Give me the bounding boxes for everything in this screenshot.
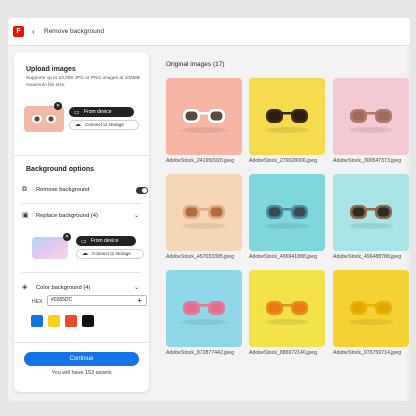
image-card[interactable] [249,174,325,251]
chevron-down-icon[interactable]: ⌄ [134,282,139,294]
replace-background-icon: ▣ [22,212,29,219]
upload-desc-line2: maximum file size. [26,83,66,88]
cloud-icon: ☁ [75,122,81,128]
image-filename: AdobeStock_457033395.jpeg [166,254,235,260]
image-card[interactable] [333,270,409,347]
sunglasses-image [249,270,325,347]
upload-desc-line1: Supports up to 10,000 JPG or PNG images … [26,76,140,81]
image-filename: AdobeStock_886972140.jpeg [249,350,318,356]
image-filename: AdobeStock_279028006.jpeg [249,158,318,164]
swatch-yellow[interactable] [48,315,60,327]
sunglasses-image [249,78,325,155]
monitor-icon: ▭ [81,239,87,245]
sunglasses-image [333,270,409,347]
paint-bucket-icon: ◈ [22,284,28,291]
image-card[interactable] [249,270,325,347]
image-filename: AdobeStock_975759714.jpeg [333,350,402,356]
page-title: Remove background [44,28,104,35]
background-image-thumbnail [32,237,68,259]
from-device-label: From device [84,109,112,115]
upload-title: Upload images [26,66,76,73]
divider [22,272,141,273]
image-card[interactable] [333,174,409,251]
remove-background-icon: ⧉ [22,186,27,193]
divider [14,155,149,156]
back-arrow-icon[interactable]: ‹ [32,26,35,37]
remove-background-label: Remove background [36,187,90,193]
image-card[interactable] [166,270,242,347]
image-card[interactable] [333,78,409,155]
connect-storage-button[interactable]: ☁ Connect to storage [69,120,139,130]
image-card[interactable] [166,78,242,155]
hex-input[interactable]: #0265DC + [47,295,147,306]
add-color-icon[interactable]: + [137,296,142,305]
divider [22,203,141,204]
connect-storage-button-2[interactable]: ☁ Connect to storage [76,249,144,259]
replace-background-label: Replace background (4) [36,213,98,219]
hex-value: #0265DC [51,297,73,303]
sunglasses-image [333,174,409,251]
remove-background-image-icon[interactable]: ✕ [63,233,71,241]
adobe-logo-icon: F [13,26,24,37]
remove-background-row[interactable]: ⧉ Remove background [22,184,148,196]
sunglasses-image [249,174,325,251]
settings-panel: Upload images Supports up to 10,000 JPG … [14,52,149,392]
image-filename: AdobeStock_496941888.jpeg [249,254,318,260]
replace-background-row[interactable]: ▣ Replace background (4) ⌄ [22,210,142,222]
from-device-button-2[interactable]: ▭ From device [76,236,136,246]
swatch-red[interactable] [65,315,77,327]
connect-storage-label: Connect to storage [85,122,124,127]
background-options-title: Background options [26,166,95,173]
color-background-label: Color background (4) [36,285,91,291]
sunglasses-image [333,78,409,155]
sunglasses-image [166,78,242,155]
sunglasses-image [166,174,242,251]
image-filename: AdobeStock_496488788.jpeg [333,254,402,260]
from-device-button[interactable]: ▭ From device [69,107,134,117]
swatch-blue[interactable] [31,315,43,327]
continue-button[interactable]: Continue [24,352,139,366]
gallery-title: Original images (17) [166,61,225,68]
remove-upload-icon[interactable]: ✕ [54,102,62,110]
chevron-down-icon[interactable]: ⌄ [134,210,139,222]
top-bar: F ‹ Remove background [8,18,410,46]
sunglasses-image [166,270,242,347]
hex-label: HEX [32,299,43,305]
remove-background-toggle[interactable] [136,187,148,194]
monitor-icon: ▭ [74,110,80,116]
image-card[interactable] [249,78,325,155]
image-filename: AdobeStock_300547373.jpeg [333,158,402,164]
image-filename: AdobeStock_872877442.jpeg [166,350,235,356]
connect-storage-label-2: Connect to storage [92,251,131,256]
swatch-black[interactable] [82,315,94,327]
cloud-icon: ☁ [82,251,88,257]
assets-count: You will have 153 assets [51,370,112,376]
color-background-row[interactable]: ◈ Color background (4) ⌄ [22,282,142,294]
divider [14,342,149,343]
image-card[interactable] [166,174,242,251]
image-filename: AdobeStock_241950920.jpeg [166,158,235,164]
from-device-label-2: From device [91,238,119,244]
